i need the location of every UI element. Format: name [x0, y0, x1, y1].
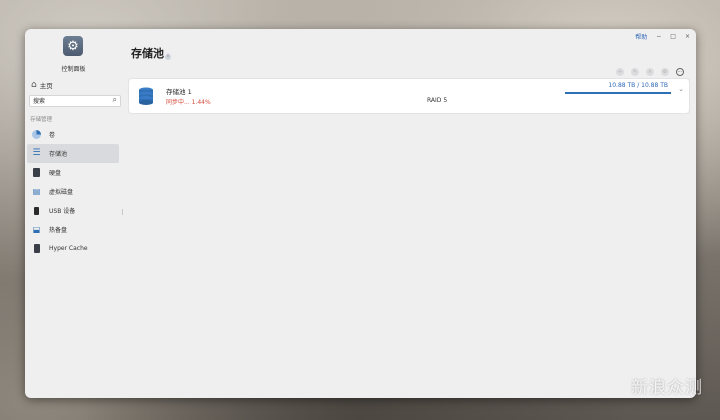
page-title: 存储池: [131, 47, 164, 60]
help-link[interactable]: 帮助: [635, 32, 647, 41]
section-label-storage: 存储管理: [30, 117, 53, 123]
info-icon[interactable]: i: [165, 54, 171, 60]
volume-icon: [32, 130, 41, 139]
database-icon: [139, 87, 153, 105]
sidebar-item-storage-pool[interactable]: ☰ 存储池: [27, 144, 119, 163]
pool-status: 同步中... 1.44%: [166, 99, 211, 106]
sidebar-item-label: 硬盘: [49, 170, 62, 177]
sidebar-item-hard-disk[interactable]: 硬盘: [27, 163, 119, 182]
gear-icon: ⚙: [63, 36, 83, 56]
sidebar-item-label: 卷: [49, 132, 56, 139]
sidebar-item-label: 存储池: [49, 151, 68, 158]
sidebar-item-volume[interactable]: 卷: [27, 125, 119, 144]
sidebar-item-virtual-disk[interactable]: ▤ 虚拟磁盘: [27, 182, 119, 201]
window-controls: 帮助 − □ ×: [635, 32, 690, 41]
hyper-cache-icon: [33, 244, 40, 253]
search-input[interactable]: [33, 96, 107, 106]
close-button[interactable]: ×: [685, 33, 690, 40]
storage-pool-icon: ☰: [32, 148, 41, 158]
settings-icon[interactable]: ⚙: [661, 68, 669, 76]
add-icon[interactable]: +: [616, 68, 624, 76]
sidebar-item-label: Hyper Cache: [49, 245, 88, 252]
hard-disk-icon: [33, 168, 40, 177]
capacity-bar: [565, 92, 671, 94]
sidebar-item-hot-spare[interactable]: ⬓ 热备盘: [27, 220, 119, 239]
sidebar-item-usb-device[interactable]: USB 设备: [27, 201, 119, 220]
sidebar-item-label: 虚拟磁盘: [49, 189, 74, 196]
watermark-logo: 新浪众测: [631, 378, 703, 398]
storage-pool-card[interactable]: 存储池 1 同步中... 1.44% RAID 5 10.88 TB / 10.…: [129, 79, 689, 113]
maximize-button[interactable]: □: [670, 33, 676, 40]
more-icon[interactable]: ⋯: [676, 68, 684, 76]
app-title: 控制面板: [61, 66, 86, 73]
chevron-down-icon[interactable]: ⌄: [678, 85, 684, 93]
capacity-bar-fill: [565, 92, 671, 94]
toolbar: + ✎ × ⚙ ⋯: [616, 68, 684, 76]
search-icon[interactable]: ⌕: [113, 95, 117, 105]
edit-icon[interactable]: ✎: [631, 68, 639, 76]
home-icon: ⌂: [31, 80, 37, 90]
pool-capacity: 10.88 TB / 10.88 TB: [608, 82, 668, 89]
pool-name: 存储池 1: [166, 88, 192, 96]
sidebar: ⚙ 控制面板 ⌂ 主页 ⌕ 存储管理 卷 ☰ 存储池 硬盘 ▤: [25, 29, 122, 398]
search-box: ⌕: [29, 95, 121, 107]
hot-spare-icon: ⬓: [32, 224, 41, 234]
sidebar-item-hyper-cache[interactable]: Hyper Cache: [27, 239, 119, 258]
home-label: 主页: [39, 82, 53, 90]
raid-type: RAID 5: [427, 97, 448, 104]
delete-icon[interactable]: ×: [646, 68, 654, 76]
virtual-disk-icon: ▤: [32, 186, 41, 196]
sidebar-item-label: USB 设备: [49, 208, 76, 215]
sidebar-item-label: 热备盘: [49, 227, 68, 234]
home-link[interactable]: ⌂ 主页: [31, 80, 53, 90]
control-panel-window: 帮助 − □ × ⚙ 控制面板 ⌂ 主页 ⌕ 存储管理 卷 ☰ 存储池: [25, 29, 696, 398]
minimize-button[interactable]: −: [656, 33, 661, 40]
sidebar-splitter[interactable]: [122, 209, 123, 215]
sidebar-nav: 卷 ☰ 存储池 硬盘 ▤ 虚拟磁盘 USB 设备 ⬓ 热备盘 Hyper Cac…: [27, 125, 119, 258]
usb-device-icon: [34, 206, 39, 215]
